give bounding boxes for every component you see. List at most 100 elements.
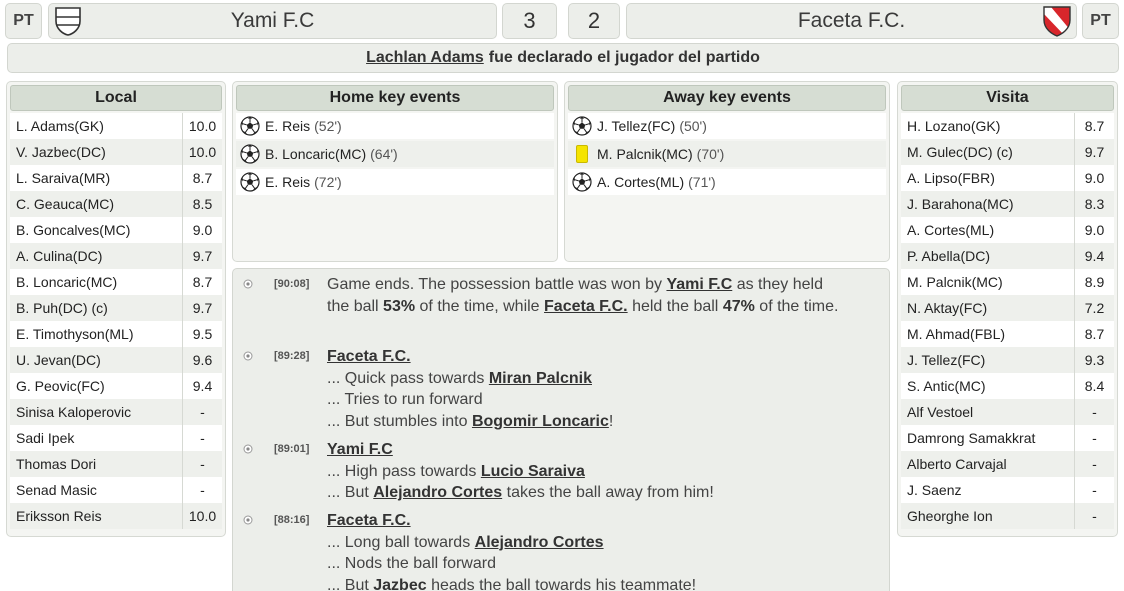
motm-player-link[interactable]: Lachlan Adams xyxy=(366,49,484,67)
player-row[interactable]: Alf Vestoel - xyxy=(901,399,1114,425)
player-name[interactable]: Senad Masic xyxy=(10,482,182,498)
player-rating: - xyxy=(182,477,222,503)
player-link[interactable]: Jazbec xyxy=(373,577,426,591)
team-link[interactable]: Yami F.C xyxy=(327,441,393,458)
event-player[interactable]: E. Reis xyxy=(265,174,310,190)
player-name[interactable]: J. Saenz xyxy=(901,482,1074,498)
player-name[interactable]: C. Geauca(MC) xyxy=(10,196,182,212)
home-team-header[interactable]: Yami F.C xyxy=(48,3,497,39)
player-row[interactable]: J. Tellez(FC) 9.3 xyxy=(901,347,1114,373)
player-name[interactable]: Thomas Dori xyxy=(10,456,182,472)
player-name[interactable]: Alf Vestoel xyxy=(901,404,1074,420)
player-name[interactable]: Alberto Carvajal xyxy=(901,456,1074,472)
player-row[interactable]: A. Culina(DC) 9.7 xyxy=(10,243,222,269)
player-name[interactable]: M. Ahmad(FBL) xyxy=(901,326,1074,342)
team-link[interactable]: Faceta F.C. xyxy=(544,298,628,315)
whistle-icon xyxy=(243,512,253,525)
player-rating: 8.7 xyxy=(182,165,222,191)
player-name[interactable]: L. Adams(GK) xyxy=(10,118,182,134)
log-fragment: ... But xyxy=(327,576,374,591)
player-name[interactable]: Sinisa Kaloperovic xyxy=(10,404,182,420)
player-rating: 8.7 xyxy=(1074,321,1114,347)
player-row[interactable]: Damrong Samakkrat - xyxy=(901,425,1114,451)
event-player[interactable]: J. Tellez(FC) xyxy=(597,118,675,134)
player-row[interactable]: A. Lipso(FBR) 9.0 xyxy=(901,165,1114,191)
player-row[interactable]: B. Goncalves(MC) 9.0 xyxy=(10,217,222,243)
player-row[interactable]: C. Geauca(MC) 8.5 xyxy=(10,191,222,217)
player-link[interactable]: Lucio Saraiva xyxy=(481,463,585,480)
player-row[interactable]: S. Antic(MC) 8.4 xyxy=(901,373,1114,399)
match-commentary-log[interactable]: [90:08] Game ends. The possession battle… xyxy=(232,268,890,591)
player-row[interactable]: N. Aktay(FC) 7.2 xyxy=(901,295,1114,321)
player-name[interactable]: A. Cortes(ML) xyxy=(901,222,1074,238)
event-player[interactable]: B. Loncaric(MC) xyxy=(265,146,366,162)
player-name[interactable]: V. Jazbec(DC) xyxy=(10,144,182,160)
player-name[interactable]: A. Lipso(FBR) xyxy=(901,170,1074,186)
away-team-name[interactable]: Faceta F.C. xyxy=(798,9,905,33)
player-rating: - xyxy=(182,451,222,477)
away-team-header[interactable]: Faceta F.C. xyxy=(626,3,1077,39)
player-name[interactable]: B. Goncalves(MC) xyxy=(10,222,182,238)
player-row[interactable]: B. Loncaric(MC) 8.7 xyxy=(10,269,222,295)
player-row[interactable]: B. Puh(DC) (c) 9.7 xyxy=(10,295,222,321)
player-rating: 9.0 xyxy=(1074,217,1114,243)
player-link[interactable]: Miran Palcnik xyxy=(489,370,592,387)
player-row[interactable]: G. Peovic(FC) 9.4 xyxy=(10,373,222,399)
player-row[interactable]: M. Ahmad(FBL) 8.7 xyxy=(901,321,1114,347)
player-name[interactable]: Damrong Samakkrat xyxy=(901,430,1074,446)
player-row[interactable]: M. Gulec(DC) (c) 9.7 xyxy=(901,139,1114,165)
log-fragment: ... Quick pass towards xyxy=(327,369,489,387)
player-name[interactable]: H. Lozano(GK) xyxy=(901,118,1074,134)
player-row[interactable]: Eriksson Reis 10.0 xyxy=(10,503,222,529)
player-row[interactable]: Alberto Carvajal - xyxy=(901,451,1114,477)
player-name[interactable]: Sadi Ipek xyxy=(10,430,182,446)
player-name[interactable]: Gheorghe Ion xyxy=(901,508,1074,524)
player-row[interactable]: M. Palcnik(MC) 8.9 xyxy=(901,269,1114,295)
player-row[interactable]: J. Saenz - xyxy=(901,477,1114,503)
team-link[interactable]: Faceta F.C. xyxy=(327,348,411,365)
player-name[interactable]: M. Palcnik(MC) xyxy=(901,274,1074,290)
player-name[interactable]: L. Saraiva(MR) xyxy=(10,170,182,186)
player-name[interactable]: U. Jevan(DC) xyxy=(10,352,182,368)
player-row[interactable]: V. Jazbec(DC) 10.0 xyxy=(10,139,222,165)
player-name[interactable]: S. Antic(MC) xyxy=(901,378,1074,394)
player-row[interactable]: Senad Masic - xyxy=(10,477,222,503)
player-name[interactable]: G. Peovic(FC) xyxy=(10,378,182,394)
team-link[interactable]: Faceta F.C. xyxy=(327,512,411,529)
player-row[interactable]: E. Timothyson(ML) 9.5 xyxy=(10,321,222,347)
player-row[interactable]: J. Barahona(MC) 8.3 xyxy=(901,191,1114,217)
event-player[interactable]: M. Palcnik(MC) xyxy=(597,146,693,162)
event-player[interactable]: A. Cortes(ML) xyxy=(597,174,684,190)
player-row[interactable]: L. Adams(GK) 10.0 xyxy=(10,113,222,139)
player-row[interactable]: A. Cortes(ML) 9.0 xyxy=(901,217,1114,243)
player-name[interactable]: E. Timothyson(ML) xyxy=(10,326,182,342)
log-text: Faceta F.C. ... Long ball towards Alejan… xyxy=(327,510,847,591)
player-row[interactable]: L. Saraiva(MR) 8.7 xyxy=(10,165,222,191)
log-fragment: ... High pass towards xyxy=(327,462,481,480)
player-rating: 9.0 xyxy=(182,217,222,243)
player-row[interactable]: Gheorghe Ion - xyxy=(901,503,1114,529)
player-name[interactable]: J. Barahona(MC) xyxy=(901,196,1074,212)
player-name[interactable]: J. Tellez(FC) xyxy=(901,352,1074,368)
home-team-name[interactable]: Yami F.C xyxy=(231,9,315,33)
player-row[interactable]: Sadi Ipek - xyxy=(10,425,222,451)
player-name[interactable]: B. Puh(DC) (c) xyxy=(10,300,182,316)
player-row[interactable]: Sinisa Kaloperovic - xyxy=(10,399,222,425)
event-minute: (64') xyxy=(370,146,398,162)
player-row[interactable]: Thomas Dori - xyxy=(10,451,222,477)
player-name[interactable]: P. Abella(DC) xyxy=(901,248,1074,264)
player-name[interactable]: N. Aktay(FC) xyxy=(901,300,1074,316)
player-link[interactable]: Bogomir Loncaric xyxy=(472,413,609,430)
player-name[interactable]: B. Loncaric(MC) xyxy=(10,274,182,290)
player-link[interactable]: Alejandro Cortes xyxy=(373,484,502,501)
player-link[interactable]: Alejandro Cortes xyxy=(475,534,604,551)
player-row[interactable]: H. Lozano(GK) 8.7 xyxy=(901,113,1114,139)
team-link[interactable]: Yami F.C xyxy=(666,276,732,293)
player-name[interactable]: A. Culina(DC) xyxy=(10,248,182,264)
player-name[interactable]: M. Gulec(DC) (c) xyxy=(901,144,1074,160)
player-row[interactable]: P. Abella(DC) 9.4 xyxy=(901,243,1114,269)
player-row[interactable]: U. Jevan(DC) 9.6 xyxy=(10,347,222,373)
player-name[interactable]: Eriksson Reis xyxy=(10,508,182,524)
log-fragment: ... Nods the ball forward xyxy=(327,555,496,572)
event-player[interactable]: E. Reis xyxy=(265,118,310,134)
